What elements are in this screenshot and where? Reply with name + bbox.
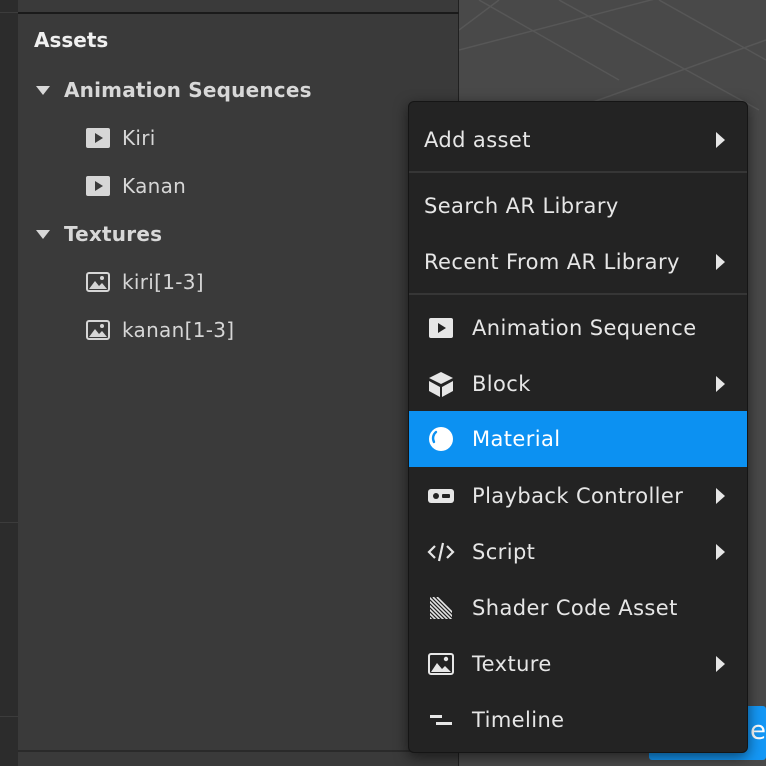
timeline-icon <box>430 715 452 725</box>
menu-label: Recent From AR Library <box>424 250 680 274</box>
asset-label: kiri[1-3] <box>122 270 204 294</box>
assets-panel: Assets Animation Sequences Kiri Kanan Te… <box>18 0 459 766</box>
group-label: Animation Sequences <box>64 78 312 102</box>
menu-label: Add asset <box>424 128 531 152</box>
strip-divider <box>0 716 18 717</box>
chevron-right-icon <box>716 254 725 270</box>
play-icon <box>86 128 110 148</box>
menu-label: Block <box>472 372 531 396</box>
menu-item-script[interactable]: Script <box>409 524 747 580</box>
image-icon <box>86 320 110 340</box>
chevron-right-icon <box>716 488 725 504</box>
image-icon <box>428 653 454 675</box>
menu-item-timeline[interactable]: Timeline <box>409 692 747 748</box>
menu-label: Search AR Library <box>424 194 619 218</box>
panel-bottom-border <box>18 750 459 752</box>
menu-label: Script <box>472 540 536 564</box>
menu-label: Playback Controller <box>472 484 684 508</box>
image-icon <box>86 272 110 292</box>
caret-down-icon[interactable] <box>36 85 50 95</box>
menu-label: Animation Sequence <box>472 316 697 340</box>
chevron-right-icon <box>716 656 725 672</box>
menu-item-search-ar-library[interactable]: Search AR Library <box>409 178 747 234</box>
group-textures[interactable]: Textures <box>36 220 162 248</box>
strip-divider <box>0 522 18 523</box>
asset-item-kanan[interactable]: Kanan <box>86 172 186 200</box>
assets-title: Assets <box>34 28 109 52</box>
group-animation-sequences[interactable]: Animation Sequences <box>36 76 312 104</box>
context-menu: Add asset Search AR Library Recent From … <box>408 101 748 753</box>
left-strip <box>0 0 18 766</box>
menu-divider <box>409 293 747 295</box>
chevron-right-icon <box>716 544 725 560</box>
menu-label: Timeline <box>472 708 565 732</box>
strip-divider <box>0 12 18 13</box>
asset-item-kiri[interactable]: Kiri <box>86 124 156 152</box>
menu-item-animation-sequence[interactable]: Animation Sequence <box>409 300 747 356</box>
play-icon <box>429 318 453 338</box>
menu-label: Shader Code Asset <box>472 596 678 620</box>
shader-hatch-icon <box>430 597 452 619</box>
asset-label: Kanan <box>122 174 187 198</box>
asset-item-kiri-texture[interactable]: kiri[1-3] <box>86 268 204 296</box>
group-label: Textures <box>64 222 163 246</box>
caret-down-icon[interactable] <box>36 229 50 239</box>
menu-item-recent-ar-library[interactable]: Recent From AR Library <box>409 234 747 290</box>
menu-item-shader-code-asset[interactable]: Shader Code Asset <box>409 580 747 636</box>
menu-label: Texture <box>472 652 552 676</box>
asset-item-kanan-texture[interactable]: kanan[1-3] <box>86 316 234 344</box>
menu-item-playback-controller[interactable]: Playback Controller <box>409 468 747 524</box>
menu-item-material[interactable]: Material <box>409 411 747 467</box>
menu-item-block[interactable]: Block <box>409 356 747 412</box>
menu-divider <box>409 171 747 173</box>
menu-item-texture[interactable]: Texture <box>409 636 747 692</box>
asset-label: kanan[1-3] <box>122 318 235 342</box>
material-sphere-icon <box>429 427 453 451</box>
code-icon <box>427 542 455 562</box>
chevron-right-icon <box>716 132 725 148</box>
panel-top-border <box>18 12 459 14</box>
play-icon <box>86 176 110 196</box>
asset-label: Kiri <box>122 126 156 150</box>
chevron-right-icon <box>716 376 725 392</box>
menu-item-add-asset[interactable]: Add asset <box>409 112 747 168</box>
menu-label: Material <box>472 427 561 451</box>
button-text: e <box>750 716 766 746</box>
controller-icon <box>428 489 454 503</box>
cube-icon <box>429 372 453 397</box>
